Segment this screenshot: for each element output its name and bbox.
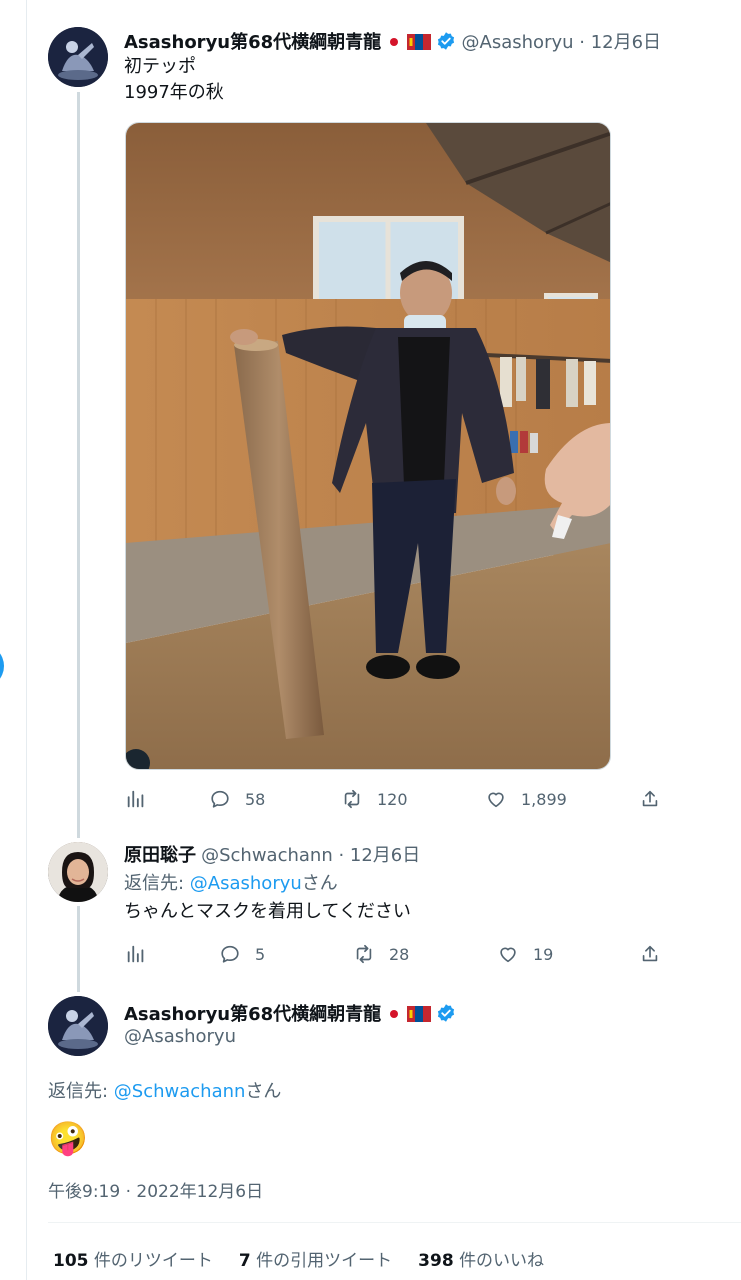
tweet-photo[interactable] [125, 122, 611, 770]
reply-count: 58 [245, 789, 266, 809]
reply-icon [211, 790, 229, 808]
reply-to-suffix: さん [245, 1081, 282, 1102]
handle-and-date[interactable]: @Schwachann · 12月6日 [201, 845, 420, 866]
share-button[interactable] [639, 786, 661, 812]
likes-stat[interactable]: 398 件のいいね [418, 1246, 544, 1271]
like-icon [500, 947, 516, 963]
avatar-image [48, 996, 108, 1056]
thread-line [77, 906, 80, 992]
quotes-count: 7 [238, 1251, 251, 1271]
reply-button[interactable]: 58 [209, 786, 265, 812]
like-button[interactable]: 1,899 [485, 786, 567, 812]
views-icon [127, 945, 144, 963]
japan-flag-icon [386, 1006, 402, 1026]
mongolia-flag-icon [407, 1006, 432, 1026]
reply-count: 5 [255, 944, 266, 964]
like-icon [488, 792, 504, 808]
engagement-stats: 105 件のリツイート 7 件の引用ツイート 398 件のいいね [53, 1246, 544, 1271]
handle[interactable]: @Asashoryu [124, 1026, 236, 1047]
tweet-actions: 58 120 1,899 [125, 786, 665, 812]
retweet-count: 28 [389, 944, 410, 964]
retweet-button[interactable]: 28 [353, 941, 409, 967]
retweets-stat[interactable]: 105 件のリツイート [53, 1246, 213, 1271]
verified-icon [436, 1003, 456, 1027]
views-icon [127, 790, 144, 808]
avatar[interactable] [48, 842, 108, 902]
timestamp[interactable]: 午後9:19 · 2022年12月6日 [48, 1177, 263, 1202]
retweets-label: 件のリツイート [93, 1251, 213, 1271]
avatar-image [48, 27, 108, 87]
author-name[interactable]: Asashoryu第68代横綱朝青龍 [124, 1004, 381, 1025]
reply-to-prefix: 返信先: [48, 1081, 114, 1102]
retweets-count: 105 [53, 1251, 89, 1271]
avatar[interactable] [48, 27, 108, 87]
retweet-icon [356, 944, 372, 964]
reply-to-link[interactable]: @Asashoryu [190, 873, 302, 894]
share-icon [642, 945, 658, 962]
timeline-border [26, 0, 27, 1280]
tweet-text: ちゃんとマスクを着用してください [124, 901, 411, 922]
likes-label: 件のいいね [459, 1251, 545, 1271]
likes-count: 398 [418, 1251, 454, 1271]
retweet-icon [344, 789, 360, 809]
quotes-stat[interactable]: 7 件の引用ツイート [239, 1246, 392, 1271]
like-count: 1,899 [521, 789, 567, 809]
tweet-text-line: 1997年の秋 [124, 82, 224, 103]
views-button[interactable] [125, 941, 147, 967]
avatar[interactable] [48, 996, 108, 1056]
japan-flag-icon [386, 34, 402, 54]
avatar-image [48, 842, 108, 902]
reply-to-prefix: 返信先: [124, 873, 190, 894]
reply-to-link[interactable]: @Schwachann [114, 1081, 246, 1102]
verified-icon [436, 31, 456, 55]
author-name[interactable]: 原田聡子 [124, 845, 196, 866]
share-icon [642, 790, 658, 807]
reply-to-suffix: さん [301, 873, 338, 894]
tweet-emoji: 🤪 [48, 1119, 88, 1157]
views-button[interactable] [125, 786, 147, 812]
side-compose-bubble[interactable] [0, 644, 4, 688]
divider [48, 1222, 741, 1223]
reply-icon [221, 945, 239, 963]
mongolia-flag-icon [407, 34, 432, 54]
thread-line [77, 92, 80, 838]
retweet-count: 120 [377, 789, 408, 809]
handle-and-date[interactable]: @Asashoryu · 12月6日 [462, 32, 662, 53]
like-count: 19 [533, 944, 554, 964]
photo-sumo-stable [126, 123, 610, 769]
author-name[interactable]: Asashoryu第68代横綱朝青龍 [124, 32, 381, 53]
tweet-text-line: 初テッポ [124, 56, 196, 77]
quotes-label: 件の引用ツイート [256, 1251, 393, 1271]
share-button[interactable] [639, 941, 661, 967]
retweet-button[interactable]: 120 [341, 786, 408, 812]
tweet-actions: 5 28 19 [125, 941, 665, 967]
like-button[interactable]: 19 [497, 941, 553, 967]
reply-button[interactable]: 5 [219, 941, 265, 967]
